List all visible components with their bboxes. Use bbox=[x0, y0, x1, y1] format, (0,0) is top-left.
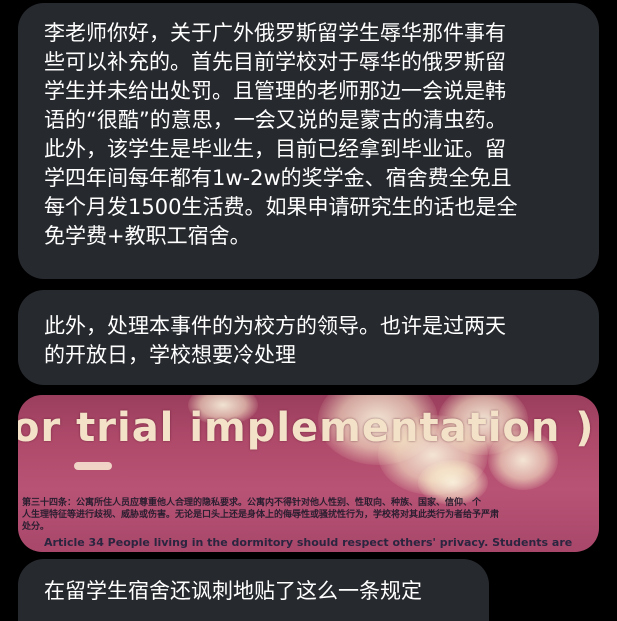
photo-attachment[interactable]: or trial implementation ) 第三十四条：公寓所住人员应尊… bbox=[18, 395, 599, 552]
message-bubble[interactable]: 李老师你好，关于广外俄罗斯留学生辱华那件事有 些可以补充的。首先目前学校对于辱华… bbox=[18, 3, 599, 279]
photo-rule-line: 人生理特征等进行歧视、威胁或伤害。无论是口头上还是身体上的侮辱性或骚扰性行为，学… bbox=[22, 510, 500, 520]
photo-rule-line: 第三十四条：公寓所住人员应尊重他人合理的隐私要求。公寓内不得针对他人性别、性取向… bbox=[22, 498, 482, 508]
photo-rule-line: 处分。 bbox=[22, 522, 50, 532]
message-line: 的开放日，学校想要冷处理 bbox=[44, 343, 296, 367]
message-line: 此外，处理本事件的为校方的领导。也许是过两天 bbox=[44, 314, 506, 338]
photo-highlight bbox=[74, 462, 112, 470]
message-line: 每个月发1500生活费。如果申请研究生的话也是全 bbox=[44, 195, 518, 219]
photo-rule-chinese: 第三十四条：公寓所住人员应尊重他人合理的隐私要求。公寓内不得针对他人性别、性取向… bbox=[22, 497, 599, 533]
message-line: 学生并未给出处罚。且管理的老师那边一会说是韩 bbox=[44, 79, 506, 103]
message-line: 此外，该学生是毕业生，目前已经拿到毕业证。留 bbox=[44, 137, 506, 161]
message-line: 些可以补充的。首先目前学校对于辱华的俄罗斯留 bbox=[44, 50, 506, 74]
message-line: 语的“很酷”的意思，一会又说的是蒙古的清虫药。 bbox=[44, 108, 507, 132]
message-line: 学四年间每年都有1w-2w的奖学金、宿舍费全免且 bbox=[44, 166, 512, 190]
message-bubble[interactable]: 在留学生宿舍还讽刺地贴了这么一条规定 bbox=[18, 559, 489, 621]
photo-rule-english: Article 34 People living in the dormitor… bbox=[44, 536, 573, 549]
photo-banner-text: or trial implementation ) bbox=[18, 405, 595, 451]
message-line: 免学费+教职工宿舍。 bbox=[44, 224, 251, 248]
message-line: 在留学生宿舍还讽刺地贴了这么一条规定 bbox=[44, 579, 422, 603]
message-bubble[interactable]: 此外，处理本事件的为校方的领导。也许是过两天 的开放日，学校想要冷处理 bbox=[18, 290, 599, 385]
chat-thread: 李老师你好，关于广外俄罗斯留学生辱华那件事有 些可以补充的。首先目前学校对于辱华… bbox=[0, 0, 617, 621]
message-line: 李老师你好，关于广外俄罗斯留学生辱华那件事有 bbox=[44, 21, 506, 45]
